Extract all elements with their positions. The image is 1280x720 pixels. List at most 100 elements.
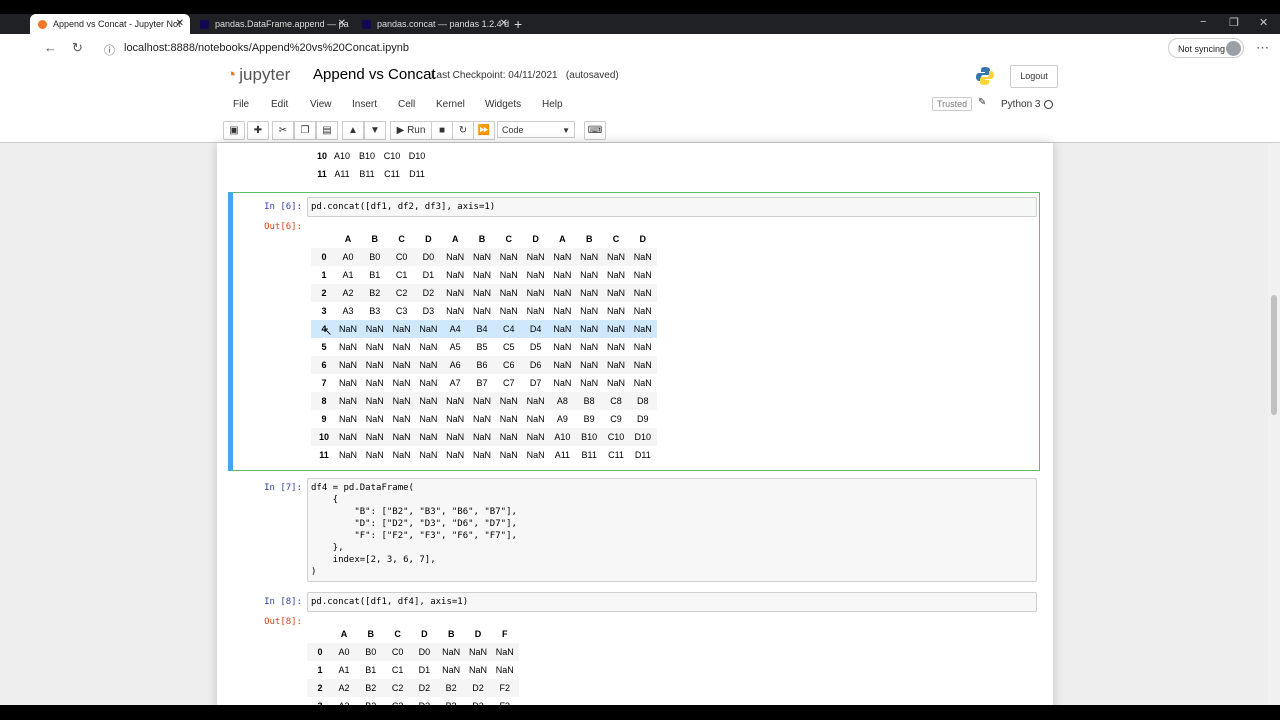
move-up-button[interactable]: ▲ — [342, 121, 364, 140]
restart-run-all-button[interactable]: ⏩ — [473, 121, 495, 140]
jupyter-logo[interactable]: ◔ jupyter — [226, 65, 290, 85]
column-header: D — [474, 629, 482, 639]
table-cell: F3 — [499, 701, 511, 711]
pandas-favicon-icon — [362, 20, 371, 30]
menu-help[interactable]: Help — [542, 99, 563, 110]
cell-type-select[interactable]: Code ▼ — [497, 121, 575, 138]
table-cell: NaN — [472, 450, 491, 460]
menu-view[interactable]: View — [310, 99, 332, 110]
tab-close-icon[interactable]: ✕ — [176, 14, 184, 34]
table-cell: A3 — [342, 306, 354, 316]
code-line[interactable]: ) — [311, 566, 316, 578]
copy-button[interactable]: ❐ — [294, 121, 316, 140]
logout-button[interactable]: Logout — [1010, 65, 1058, 88]
code-line[interactable]: }, — [311, 542, 344, 554]
table-cell: NaN — [499, 396, 518, 406]
row-index: 7 — [321, 378, 327, 388]
paste-button[interactable]: ▤ — [316, 121, 338, 140]
table-cell: NaN — [392, 396, 411, 406]
url-input[interactable]: localhost:8888/notebooks/Append%20vs%20C… — [124, 42, 409, 54]
run-button[interactable]: ▶ Run — [390, 121, 432, 140]
scrollbar-thumb[interactable] — [1271, 295, 1277, 415]
table-cell: F2 — [499, 683, 511, 693]
table-cell: NaN — [580, 270, 599, 280]
menu-widgets[interactable]: Widgets — [485, 99, 521, 110]
column-header: F — [502, 629, 508, 639]
tab-dataframe-append[interactable]: pandas.DataFrame.append — pa ✕ — [192, 14, 352, 34]
menu-file[interactable]: File — [233, 99, 249, 110]
table-cell: NaN — [499, 252, 518, 262]
reload-button[interactable]: ↻ — [72, 40, 83, 56]
tab-jupyter[interactable]: Append vs Concat - Jupyter Not ✕ — [30, 14, 190, 34]
table-cell: NaN — [553, 270, 572, 280]
new-tab-button[interactable]: + — [514, 14, 530, 34]
restart-button[interactable]: ↻ — [452, 121, 474, 140]
page-scrollbar[interactable] — [1268, 143, 1280, 705]
move-down-button[interactable]: ▼ — [364, 121, 386, 140]
table-cell: D2 — [422, 288, 435, 298]
site-info-icon[interactable]: ⓘ — [104, 42, 115, 58]
code-line[interactable]: df4 = pd.DataFrame( — [311, 482, 414, 494]
screen-bottom-bar — [0, 705, 1280, 720]
table-cell: NaN — [553, 324, 572, 334]
table-cell: D10 — [408, 151, 426, 161]
interrupt-button[interactable]: ■ — [431, 121, 453, 140]
code-line[interactable]: index=[2, 3, 6, 7], — [311, 554, 436, 566]
table-cell: B6 — [476, 360, 488, 370]
command-palette-button[interactable]: ⌨ — [584, 121, 606, 140]
pandas-favicon-icon — [200, 20, 209, 30]
minimize-button[interactable]: − — [1200, 16, 1206, 28]
cut-button[interactable]: ✂ — [272, 121, 294, 140]
code-line[interactable]: "B": ["B2", "B3", "B6", "B7"], — [311, 506, 517, 518]
table-row: 9 NaN NaN NaN NaN NaN NaN NaN NaN A9 B9 C9 D9 — [311, 410, 657, 428]
table-cell: C9 — [610, 414, 622, 424]
table-cell: NaN — [419, 396, 438, 406]
menu-kernel[interactable]: Kernel — [436, 99, 465, 110]
column-header: B — [367, 629, 375, 639]
table-cell: NaN — [553, 288, 572, 298]
menu-insert[interactable]: Insert — [352, 99, 377, 110]
table-cell: C2 — [391, 683, 404, 693]
menu-cell[interactable]: Cell — [398, 99, 415, 110]
table-cell: B5 — [476, 342, 488, 352]
column-header: A — [344, 234, 352, 244]
menu-edit[interactable]: Edit — [271, 99, 288, 110]
table-cell: D6 — [529, 360, 542, 370]
tab-close-icon[interactable]: ✕ — [338, 14, 346, 34]
table-cell: NaN — [606, 342, 625, 352]
sync-button[interactable]: Not syncing — [1168, 38, 1244, 58]
maximize-button[interactable]: ❐ — [1229, 16, 1239, 29]
table-cell: NaN — [633, 252, 652, 262]
code-line[interactable]: pd.concat([df1, df2, df3], axis=1) — [311, 201, 495, 213]
table-cell: NaN — [606, 360, 625, 370]
trusted-indicator[interactable]: Trusted — [932, 97, 973, 111]
table-cell: B9 — [583, 414, 595, 424]
table-cell: NaN — [365, 324, 384, 334]
insert-cell-button[interactable]: ✚ — [247, 121, 269, 140]
table-cell: C3 — [395, 306, 408, 316]
tab-close-icon[interactable]: ✕ — [500, 14, 508, 34]
table-cell: NaN — [446, 396, 465, 406]
table-cell: NaN — [526, 288, 545, 298]
table-row: 7 NaN NaN NaN NaN A7 B7 C7 D7 NaN NaN NaN NaN — [311, 374, 657, 392]
close-window-button[interactable]: ✕ — [1259, 16, 1268, 29]
table-cell: NaN — [392, 432, 411, 442]
table-cell: NaN — [419, 378, 438, 388]
table-cell: NaN — [633, 342, 652, 352]
tab-pandas-concat[interactable]: pandas.concat — pandas 1.2.4 d ✕ — [354, 14, 514, 34]
browser-menu-icon[interactable]: ⋯ — [1256, 40, 1269, 56]
table-row: 6 NaN NaN NaN NaN A6 B6 C6 D6 NaN NaN NaN NaN — [311, 356, 657, 374]
table-row: 2 A2 B2 C2 D2 NaN NaN NaN NaN NaN NaN NaN NaN — [311, 284, 657, 302]
code-line[interactable]: "D": ["D2", "D3", "D6", "D7"], — [311, 518, 517, 530]
table-cell: C0 — [391, 647, 404, 657]
table-cell: D4 — [529, 324, 542, 334]
code-line[interactable]: { — [311, 494, 338, 506]
back-button[interactable]: ← — [44, 40, 57, 55]
notebook-title[interactable]: Append vs Concat — [313, 66, 436, 83]
code-line[interactable]: pd.concat([df1, df4], axis=1) — [311, 596, 468, 608]
code-line[interactable]: "F": ["F2", "F3", "F6", "F7"], — [311, 530, 517, 542]
table-cell: D11 — [409, 169, 425, 179]
table-cell: NaN — [472, 396, 491, 406]
table-header-row: ABCDBDF — [307, 625, 519, 643]
save-button[interactable]: ▣ — [223, 121, 245, 140]
